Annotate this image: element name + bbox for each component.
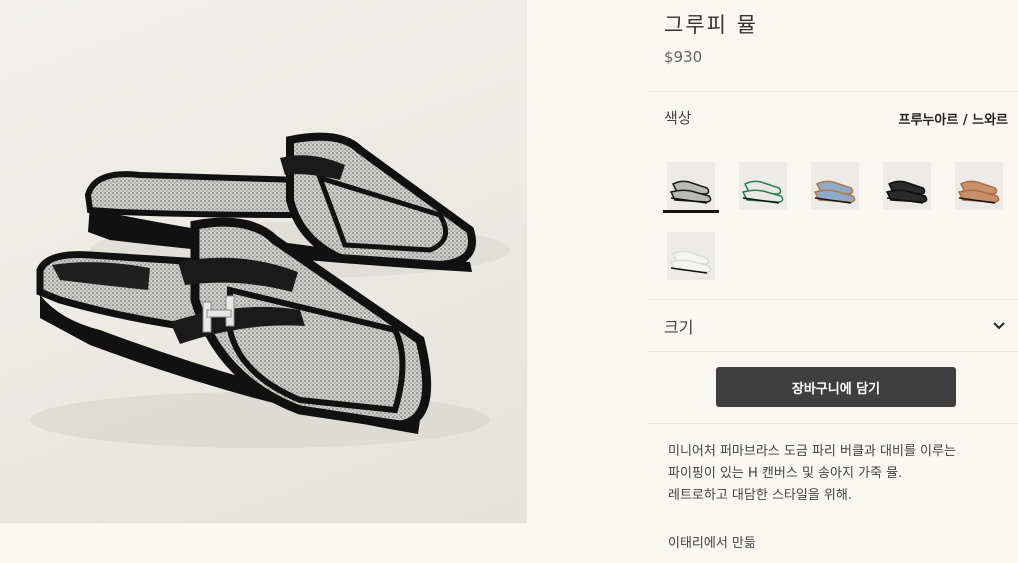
color-swatch-blue-tan[interactable] <box>811 162 859 210</box>
mule-thumbnail <box>667 232 715 280</box>
description-line: 파이핑이 있는 H 캔버스 및 송아지 가죽 뮬. <box>668 466 903 481</box>
product-price: $930 <box>664 48 703 66</box>
product-info-panel: 그루피 뮬 $930 색상 프루누아르 / 느와르 크기 장바구니에 담기 미니… <box>648 0 1018 563</box>
divider <box>648 91 1018 92</box>
made-in-label: 이태리에서 만듦 <box>668 536 756 551</box>
color-swatch-white[interactable] <box>667 232 715 280</box>
selected-swatch-indicator <box>663 210 719 213</box>
description-line: 미니어처 퍼마브라스 도금 파리 버클과 대비를 이루는 <box>668 444 956 459</box>
selected-color-value: 프루누아르 / 느와르 <box>898 113 1008 128</box>
mule-pair-illustration <box>30 132 510 448</box>
color-label: 색상 <box>664 109 692 127</box>
add-to-cart-button[interactable]: 장바구니에 담기 <box>716 367 956 407</box>
chevron-down-icon <box>993 322 1005 330</box>
divider <box>648 351 1018 352</box>
description-line: 레트로하고 대담한 스타일을 위해. <box>668 488 852 503</box>
mule-thumbnail <box>811 162 859 210</box>
product-image[interactable] <box>0 0 527 523</box>
color-swatch-black[interactable] <box>883 162 931 210</box>
size-selector[interactable]: 크기 <box>648 301 1018 351</box>
divider <box>648 423 1018 424</box>
color-swatch-camel[interactable] <box>955 162 1003 210</box>
mule-thumbnail <box>667 162 715 210</box>
divider <box>648 299 1018 300</box>
color-swatch-grey-black[interactable] <box>667 162 715 210</box>
product-title: 그루피 뮬 <box>664 13 758 37</box>
mule-thumbnail <box>955 162 1003 210</box>
color-swatch-white-green[interactable] <box>739 162 787 210</box>
mule-thumbnail <box>739 162 787 210</box>
product-description: 미니어처 퍼마브라스 도금 파리 버클과 대비를 이루는 파이핑이 있는 H 캔… <box>668 441 1013 507</box>
mule-thumbnail <box>883 162 931 210</box>
size-label: 크기 <box>664 318 694 337</box>
